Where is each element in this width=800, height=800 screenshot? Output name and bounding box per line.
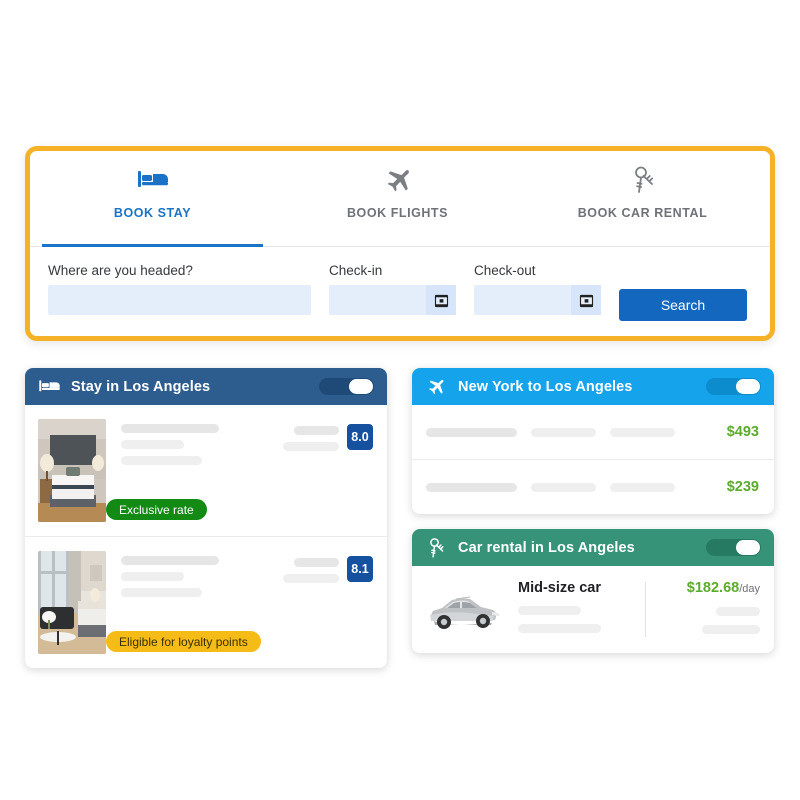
hotel-item-body: Eligible for loyalty points [106,551,277,654]
checkout-label: Check-out [474,263,536,278]
hotel-price-skeleton [283,424,339,451]
toggle-knob [736,379,760,394]
skeleton-line [283,442,339,451]
skeleton-line [121,440,184,449]
skeleton-line [531,482,596,492]
hotel-item-right: 8.0 [277,419,373,522]
hotel-item-skeleton-lines [121,419,277,465]
hotel-item-skeleton-lines [121,551,277,597]
skeleton-line [518,624,601,633]
car-card-header: Car rental in Los Angeles [412,529,774,566]
tab-label: BOOK STAY [113,206,192,220]
flight-card-toggle[interactable] [706,378,761,395]
rating-badge: 8.0 [347,424,373,450]
destination-input[interactable] [48,285,311,315]
car-item-body: Mid-size car [500,580,639,633]
airplane-icon [425,377,447,396]
car-card-title: Car rental in Los Angeles [458,539,635,556]
hotel-card-title: Stay in Los Angeles [71,378,211,395]
hotel-price-skeleton [283,556,339,583]
status-badge: Eligible for loyalty points [106,631,261,652]
bed-icon [38,379,60,394]
skeleton-line [702,625,760,634]
skeleton-line [294,558,339,567]
tab-book-stay[interactable]: BOOK STAY [30,151,275,247]
car-card-toggle[interactable] [706,539,761,556]
rating-badge: 8.1 [347,556,373,582]
destination-label: Where are you headed? [48,263,193,278]
status-badge: Exclusive rate [106,499,207,520]
car-key-icon [630,164,656,196]
flight-price: $493 [726,424,759,440]
hotel-suite-photo [38,551,106,654]
flight-results-card: New York to Los Angeles $493 $239 [412,368,774,514]
booking-tabs: BOOK STAY BOOK FLIGHTS BOOK CAR RENTAL [30,151,770,247]
flight-list-item[interactable]: $493 [412,405,774,459]
flight-price: $239 [726,479,759,495]
tab-book-car-rental[interactable]: BOOK CAR RENTAL [520,151,765,246]
calendar-icon[interactable] [571,285,601,315]
hotel-card-toggle[interactable] [319,378,374,395]
calendar-icon[interactable] [426,285,456,315]
skeleton-line [294,426,339,435]
hotel-list-item[interactable]: Eligible for loyalty points 8.1 [25,536,387,668]
checkin-input[interactable] [329,285,456,315]
flight-card-header: New York to Los Angeles [412,368,774,405]
hotel-list-item[interactable]: Exclusive rate 8.0 [25,405,387,536]
skeleton-line [121,424,219,433]
tab-label: BOOK FLIGHTS [346,206,449,220]
hotel-results-card: Stay in Los Angeles Exclusive rate 8.0 E… [25,368,387,668]
car-price-unit: /day [739,583,760,595]
search-fields-row: Where are you headed? Check-in Check-out… [30,247,770,321]
car-item-right: $182.68/day [646,580,760,634]
skeleton-line [716,607,760,616]
skeleton-line [518,606,581,615]
checkout-field-group: Check-out [474,263,601,315]
search-panel: BOOK STAY BOOK FLIGHTS BOOK CAR RENTAL W… [25,146,775,341]
skeleton-line [121,572,184,581]
silver-hatchback-car-photo [426,580,500,637]
checkin-field-group: Check-in [329,263,456,315]
toggle-knob [736,540,760,555]
hotel-card-header: Stay in Los Angeles [25,368,387,405]
car-price-amount: $182.68 [686,580,740,596]
skeleton-line [283,574,339,583]
search-panel-inner: BOOK STAY BOOK FLIGHTS BOOK CAR RENTAL W… [30,151,770,336]
destination-field-group: Where are you headed? [48,263,311,315]
hotel-item-body: Exclusive rate [106,419,277,522]
flight-card-title: New York to Los Angeles [458,378,633,395]
skeleton-line [121,456,202,465]
search-button[interactable]: Search [619,289,747,321]
hotel-room-photo [38,419,106,522]
car-rental-results-card: Car rental in Los Angeles Mid-size car $… [412,529,774,653]
bed-icon [137,164,168,196]
hotel-item-right: 8.1 [277,551,373,654]
tab-book-flights[interactable]: BOOK FLIGHTS [275,151,520,246]
airplane-icon [383,164,413,196]
car-key-icon [425,537,447,559]
tab-label: BOOK CAR RENTAL [577,206,708,220]
skeleton-line [426,427,517,437]
toggle-knob [349,379,373,394]
checkin-label: Check-in [329,263,383,278]
skeleton-line [426,482,517,492]
skeleton-line [531,427,596,437]
checkout-input[interactable] [474,285,601,315]
car-list-item[interactable]: Mid-size car $182.68/day [412,566,774,653]
car-price: $182.68/day [687,580,760,596]
skeleton-line [610,482,675,492]
skeleton-line [610,427,675,437]
skeleton-line [121,588,202,597]
car-title: Mid-size car [518,580,601,596]
flight-list-item[interactable]: $239 [412,459,774,514]
skeleton-line [121,556,219,565]
